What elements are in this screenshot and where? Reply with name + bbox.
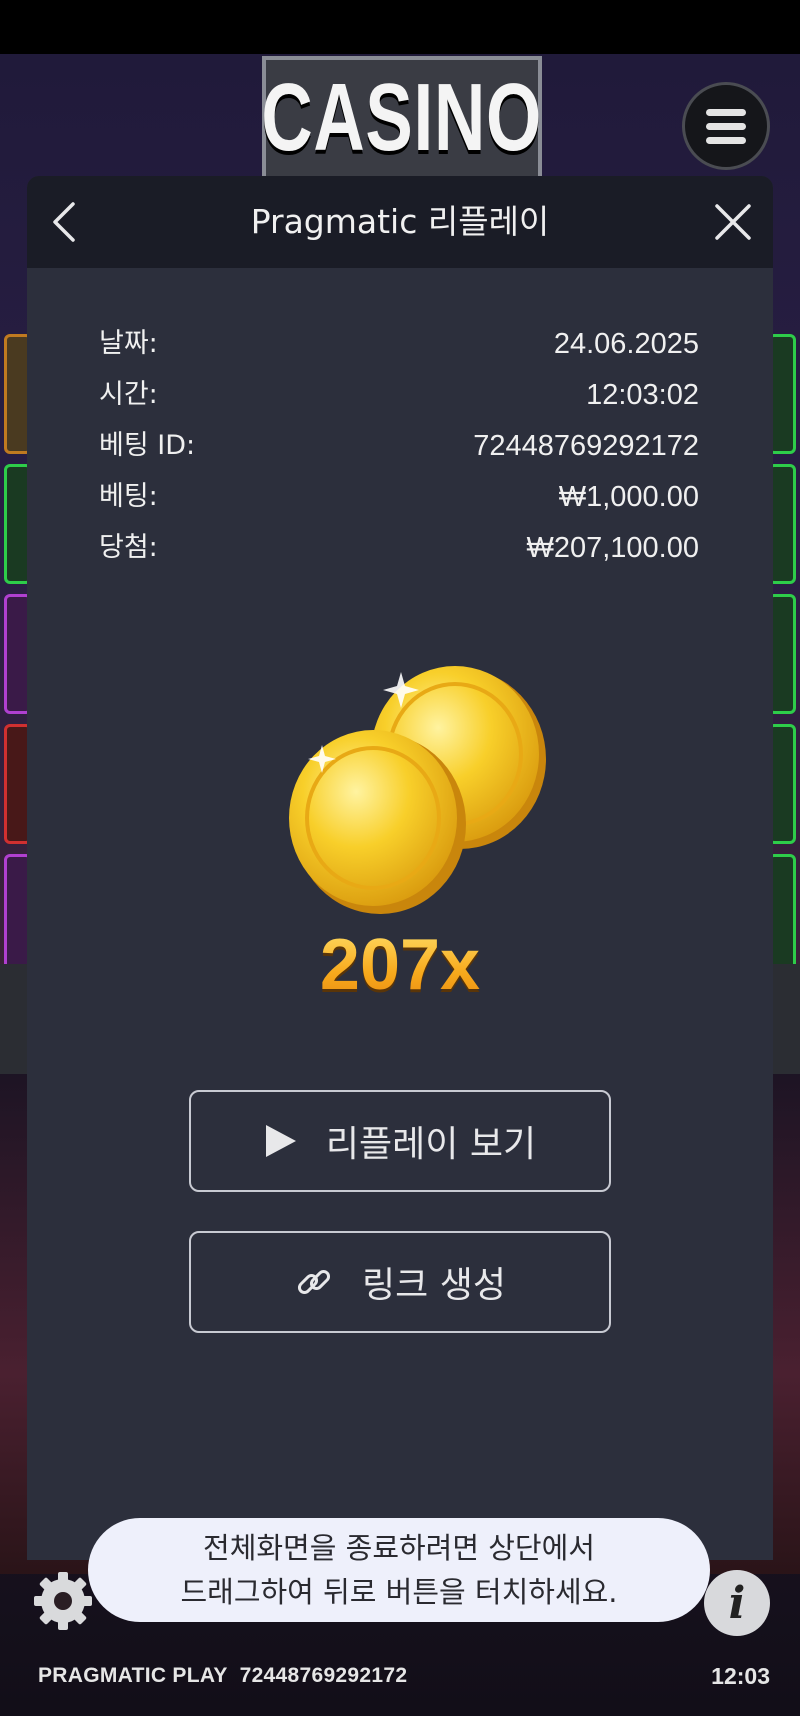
create-link-label: 링크 생성 xyxy=(362,1265,506,1306)
dialog-title: Pragmatic 리플레이 xyxy=(250,202,550,241)
play-icon xyxy=(265,1125,296,1157)
row-win: 당첨: ₩207,100.00 xyxy=(99,528,699,579)
row-label: 날짜: xyxy=(99,328,158,359)
row-value: ₩1,000.00 xyxy=(558,481,699,513)
row-value: 12:03:02 xyxy=(586,379,699,411)
row-value: 24.06.2025 xyxy=(553,328,699,360)
watch-replay-button[interactable]: 리플레이 보기 xyxy=(189,1090,611,1192)
row-value: 72448769292172 xyxy=(473,430,699,462)
row-label: 당첨: xyxy=(99,532,158,563)
row-label: 시간: xyxy=(99,379,158,410)
dialog-header: Pragmatic 리플레이 xyxy=(27,176,773,268)
info-icon: i xyxy=(728,1577,746,1629)
replay-dialog: Pragmatic 리플레이 날짜: 24.06.2025 시간: 12:03:… xyxy=(27,176,773,1560)
row-label: 베팅: xyxy=(99,481,158,512)
bet-info-list: 날짜: 24.06.2025 시간: 12:03:02 베팅 ID: 72448… xyxy=(99,324,699,579)
footer-time: 12:03 xyxy=(711,1662,770,1689)
gear-icon[interactable] xyxy=(30,1568,96,1634)
close-icon[interactable] xyxy=(709,198,757,246)
toast-line-2: 드래그하여 뒤로 버튼을 터치하세요. xyxy=(180,1575,618,1609)
row-bet: 베팅: ₩1,000.00 xyxy=(99,477,699,528)
menu-button[interactable] xyxy=(682,82,770,170)
row-value: ₩207,100.00 xyxy=(526,532,699,564)
game-footer: PRAGMATIC PLAY 72448769292172 12:03 xyxy=(0,1660,800,1692)
fullscreen-toast: 전체화면을 종료하려면 상단에서 드래그하여 뒤로 버튼을 터치하세요. xyxy=(88,1518,710,1622)
coins-icon xyxy=(289,666,546,914)
footer-brand: PRAGMATIC PLAY 72448769292172 xyxy=(38,1664,408,1687)
row-label: 베팅 ID: xyxy=(99,430,196,461)
row-time: 시간: 12:03:02 xyxy=(99,375,699,426)
row-date: 날짜: 24.06.2025 xyxy=(99,324,699,375)
create-link-button[interactable]: 링크 생성 xyxy=(189,1231,611,1333)
casino-logo: CASINO xyxy=(262,56,542,180)
casino-logo-text: CASINO xyxy=(261,64,543,171)
watch-replay-label: 리플레이 보기 xyxy=(325,1124,537,1165)
info-button[interactable]: i xyxy=(704,1570,770,1636)
win-multiplier: 207x xyxy=(27,924,773,1006)
menu-icon xyxy=(706,108,746,116)
row-bet-id: 베팅 ID: 72448769292172 xyxy=(99,426,699,477)
link-icon xyxy=(297,1269,331,1295)
toast-line-1: 전체화면을 종료하려면 상단에서 xyxy=(203,1531,595,1565)
